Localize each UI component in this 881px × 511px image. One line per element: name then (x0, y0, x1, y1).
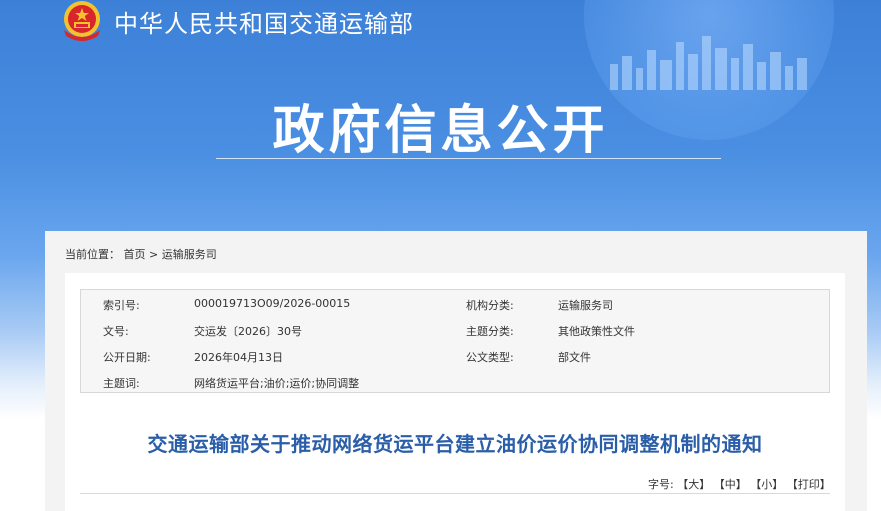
font-size-label: 字号: (648, 478, 674, 491)
font-medium-button[interactable]: 【中】 (714, 478, 747, 491)
content-divider (80, 493, 830, 494)
hero-divider (216, 158, 721, 159)
type-label: 公文类型: (466, 351, 514, 364)
type-value: 部文件 (558, 351, 591, 364)
docno-value: 交运发〔2026〕30号 (194, 325, 302, 338)
breadcrumb: 当前位置： 首页 > 运输服务司 (65, 246, 217, 262)
breadcrumb-home-link[interactable]: 首页 (124, 248, 146, 261)
font-small-button[interactable]: 【小】 (750, 478, 783, 491)
index-label: 索引号: (103, 299, 140, 312)
hero-title: 政府信息公开 (272, 101, 609, 161)
breadcrumb-current-link[interactable]: 运输服务司 (162, 248, 217, 261)
keywords-value: 网络货运平台;油价;运价;协同调整 (194, 377, 360, 390)
keywords-label: 主题词: (103, 377, 140, 390)
city-skyline-icon (610, 36, 807, 90)
breadcrumb-prefix: 当前位置： (65, 248, 120, 261)
date-value: 2026年04月13日 (194, 351, 283, 364)
topic-label: 主题分类: (466, 325, 514, 338)
national-emblem-icon (64, 1, 100, 41)
document-title: 交通运输部关于推动网络货运平台建立油价运价协同调整机制的通知 (147, 432, 763, 456)
ministry-name[interactable]: 中华人民共和国交通运输部 (114, 4, 414, 39)
font-size-controls: 字号: 【大】 【中】 【小】 【打印】 (648, 476, 831, 492)
topic-value: 其他政策性文件 (558, 325, 635, 338)
docno-label: 文号: (103, 325, 129, 338)
index-value: 000019713O09/2026-00015 (194, 297, 351, 310)
font-large-button[interactable]: 【大】 (677, 478, 710, 491)
org-label: 机构分类: (466, 299, 514, 312)
org-value: 运输服务司 (558, 299, 613, 312)
print-button[interactable]: 【打印】 (787, 478, 831, 491)
date-label: 公开日期: (103, 351, 151, 364)
metadata-table (80, 289, 830, 393)
breadcrumb-separator: > (149, 248, 159, 261)
